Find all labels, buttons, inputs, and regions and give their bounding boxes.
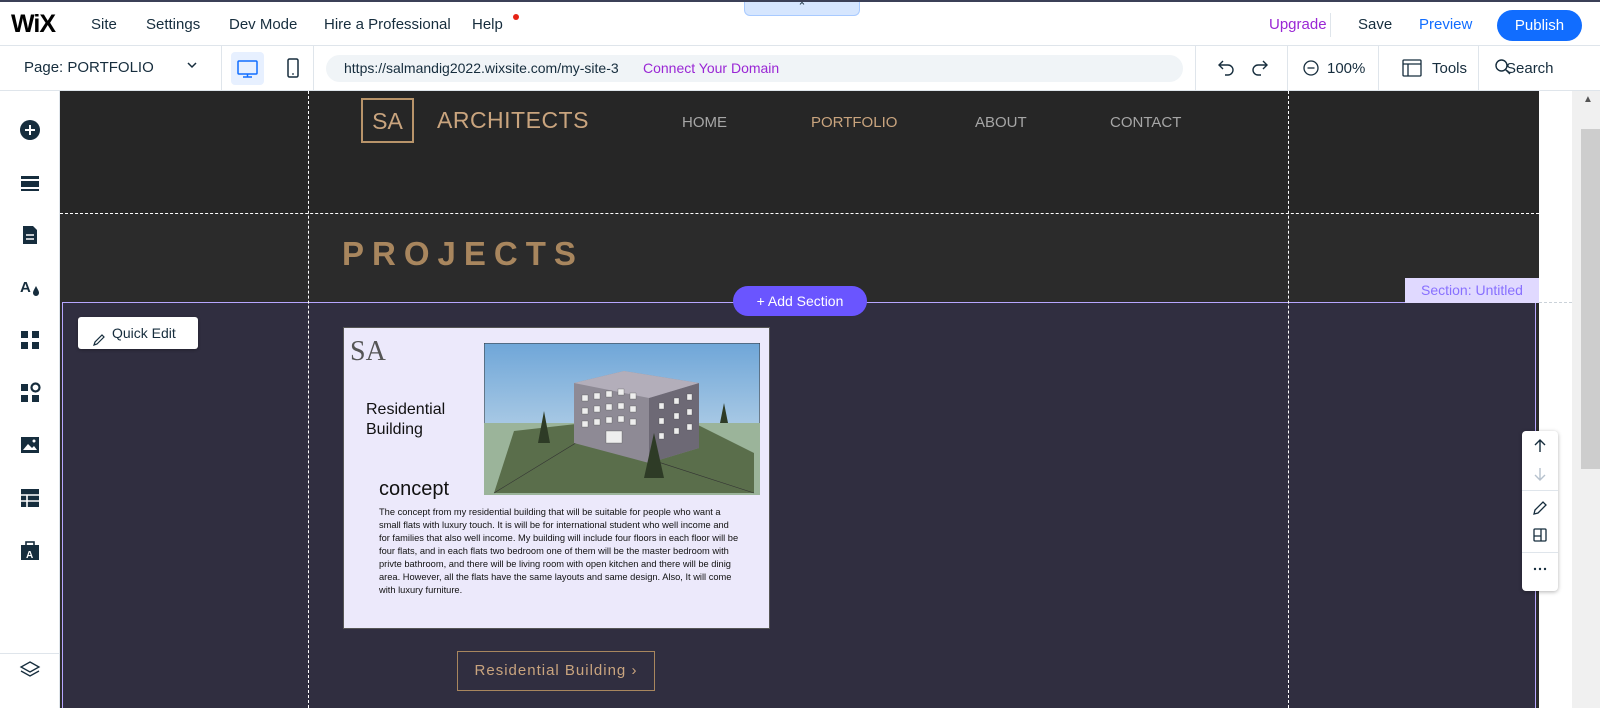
- site-logo[interactable]: SA: [361, 98, 414, 143]
- add-elements-icon[interactable]: [19, 119, 41, 141]
- grid-guide-left: [308, 91, 309, 708]
- wix-logo[interactable]: WiX: [11, 10, 56, 39]
- gutter-guide-line: [1539, 302, 1572, 303]
- nav-portfolio[interactable]: PORTFOLIO: [811, 114, 897, 131]
- move-up-icon[interactable]: [1532, 438, 1548, 459]
- move-down-icon[interactable]: [1532, 466, 1548, 487]
- upgrade-link[interactable]: Upgrade: [1269, 16, 1327, 33]
- divider: [0, 653, 60, 654]
- menu-site[interactable]: Site: [91, 16, 117, 33]
- section-actions-panel: [1522, 431, 1558, 591]
- divider: [1478, 46, 1479, 91]
- edit-pencil-icon[interactable]: [1532, 500, 1548, 521]
- menu-settings[interactable]: Settings: [146, 16, 200, 33]
- site-design-icon[interactable]: A: [19, 276, 41, 298]
- divider: [1195, 46, 1196, 91]
- site-canvas: SA ARCHITECTS HOME PORTFOLIO ABOUT CONTA…: [60, 91, 1539, 708]
- page-selector[interactable]: Page: PORTFOLIO: [24, 59, 154, 76]
- help-notification-dot: [513, 14, 519, 20]
- tools-icon[interactable]: [1402, 59, 1422, 82]
- add-section-button[interactable]: + Add Section: [733, 286, 867, 316]
- add-section-icon[interactable]: [19, 172, 41, 194]
- chevron-up-icon: ⌃: [797, 1, 807, 13]
- svg-text:A: A: [20, 279, 31, 296]
- media-icon[interactable]: [19, 434, 41, 456]
- layout-icon[interactable]: [1532, 527, 1548, 548]
- app-market-icon[interactable]: [19, 329, 41, 351]
- preview-button[interactable]: Preview: [1419, 16, 1472, 33]
- more-actions-icon[interactable]: [1532, 561, 1548, 582]
- left-sidebar: A A: [0, 91, 60, 708]
- divider: [221, 46, 222, 91]
- scrollbar-thumb[interactable]: [1581, 129, 1600, 469]
- top-bar: WiX Site Settings Dev Mode Hire a Profes…: [0, 0, 1600, 46]
- chevron-down-icon[interactable]: [185, 58, 199, 75]
- divider: [1522, 490, 1558, 491]
- tools-button[interactable]: Tools: [1432, 60, 1467, 77]
- header-boundary-line: [60, 213, 1539, 214]
- card-logo: SA: [350, 336, 386, 367]
- pages-menu-icon[interactable]: [19, 224, 41, 246]
- canvas-gutter: [1539, 91, 1572, 708]
- portfolio-icon[interactable]: A: [19, 540, 41, 562]
- svg-text:A: A: [26, 550, 33, 561]
- selected-section[interactable]: [62, 302, 1536, 708]
- divider: [313, 46, 314, 91]
- pencil-icon: [92, 326, 106, 358]
- residential-building-button[interactable]: Residential Building ›: [457, 651, 655, 691]
- divider: [1378, 46, 1379, 91]
- undo-icon[interactable]: [1216, 57, 1236, 82]
- quick-edit-label: Quick Edit: [112, 325, 176, 341]
- cms-icon[interactable]: [19, 487, 41, 509]
- grid-guide-right: [1288, 91, 1289, 708]
- site-title[interactable]: ARCHITECTS: [437, 107, 589, 134]
- nav-contact[interactable]: CONTACT: [1110, 114, 1181, 131]
- desktop-icon: [237, 60, 258, 78]
- nav-home[interactable]: HOME: [682, 114, 727, 131]
- layers-icon[interactable]: [19, 659, 41, 681]
- site-url-bar: https://salmandig2022.wixsite.com/my-sit…: [326, 55, 1183, 82]
- divider: [1522, 552, 1558, 553]
- collapse-toolbar-button[interactable]: ⌃: [744, 2, 860, 16]
- menu-dev-mode[interactable]: Dev Mode: [229, 16, 297, 33]
- business-apps-icon[interactable]: [19, 382, 41, 404]
- redo-icon[interactable]: [1250, 57, 1270, 82]
- card-description: The concept from my residential building…: [379, 507, 739, 595]
- building-render-image: [484, 343, 760, 495]
- divider: [1287, 46, 1288, 91]
- nav-about[interactable]: ABOUT: [975, 114, 1027, 131]
- save-button[interactable]: Save: [1358, 16, 1392, 33]
- menu-hire-professional[interactable]: Hire a Professional: [324, 16, 451, 33]
- publish-button[interactable]: Publish: [1497, 10, 1582, 41]
- scroll-up-icon[interactable]: ▲: [1583, 94, 1593, 105]
- divider: [1330, 13, 1331, 37]
- zoom-level[interactable]: 100%: [1327, 60, 1365, 77]
- menu-help[interactable]: Help: [472, 16, 503, 33]
- site-header[interactable]: SA ARCHITECTS HOME PORTFOLIO ABOUT CONTA…: [60, 91, 1539, 213]
- connect-domain-link[interactable]: Connect Your Domain: [643, 60, 779, 76]
- zoom-out-icon[interactable]: [1302, 59, 1320, 82]
- quick-edit-button[interactable]: Quick Edit: [78, 317, 198, 349]
- projects-heading[interactable]: PROJECTS: [342, 235, 584, 273]
- card-title: Residential Building: [366, 401, 446, 438]
- card-concept-heading: concept: [379, 478, 450, 500]
- editor-toolbar: Page: PORTFOLIO https://salmandig2022.wi…: [0, 46, 1600, 91]
- search-button[interactable]: Search: [1506, 60, 1554, 77]
- mobile-icon: [287, 58, 299, 78]
- project-card-image[interactable]: SA Residential Building concept The conc…: [343, 327, 770, 629]
- desktop-view-button[interactable]: [231, 52, 264, 85]
- site-url[interactable]: https://salmandig2022.wixsite.com/my-sit…: [344, 60, 619, 76]
- mobile-view-button[interactable]: [276, 52, 309, 85]
- section-name-tag[interactable]: Section: Untitled: [1405, 278, 1539, 303]
